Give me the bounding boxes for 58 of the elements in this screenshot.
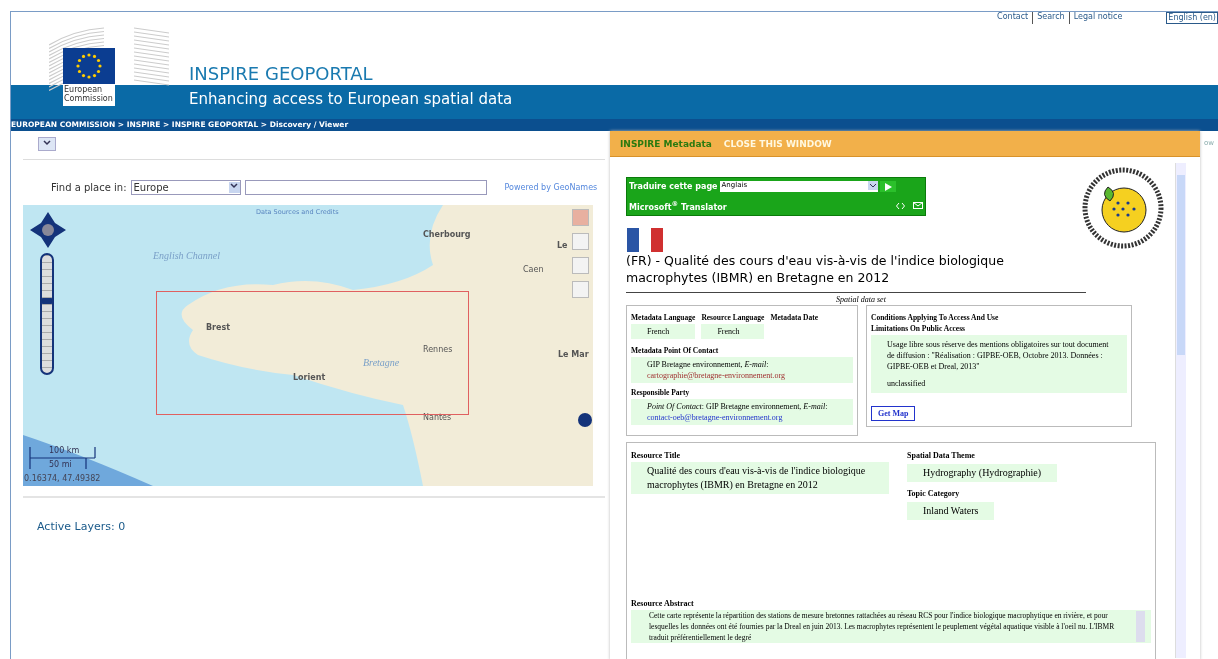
map-tool-icon[interactable] — [572, 281, 589, 298]
active-layers-label: Active Layers: 0 — [37, 520, 127, 533]
header-link[interactable]: Legal notice — [1068, 12, 1127, 24]
map-place-label: English Channel — [153, 250, 220, 261]
field-value: French — [701, 323, 765, 339]
region-dropdown[interactable]: Europe — [130, 180, 241, 195]
map-place-label: Caen — [523, 265, 544, 274]
site-tagline: Enhancing access to European spatial data — [189, 90, 513, 108]
map-tool-icon[interactable] — [572, 233, 589, 250]
caret-icon[interactable] — [43, 140, 51, 146]
field-value: Hydrography (Hydrographie) — [907, 463, 1058, 482]
map-place-label: Le Mar — [558, 350, 589, 359]
map-place-label: Cherbourg — [423, 230, 471, 239]
zoom-slider[interactable] — [40, 253, 54, 375]
geonames-link[interactable]: Powered by GeoNames — [504, 183, 598, 192]
code-icon[interactable] — [896, 201, 905, 210]
field-label: Resource Title — [631, 450, 682, 460]
classification-text: unclassified — [887, 377, 927, 389]
field-label: Spatial Data Theme — [907, 450, 976, 460]
map-place-label: Le — [557, 241, 568, 250]
contact-value: GIP Bretagne environnement, E-mail: cartographie@bretagne-environnement.org — [631, 356, 853, 383]
translator-brand: Microsoft$^{®}$ Translator — [629, 200, 727, 212]
field-label: Topic Category — [907, 488, 961, 498]
header-link[interactable]: Search — [1032, 12, 1069, 24]
field-value: Inland Waters — [907, 501, 995, 520]
contact-value: Point Of Contact: GIP Bretagne environnement, E-mail: contact-oeb@bretagne-environnement.org — [631, 398, 853, 425]
map-place-label: Brest — [206, 323, 231, 332]
scrollbar[interactable] — [1175, 163, 1186, 658]
scale-bar: 100 km 50 mi — [29, 445, 97, 473]
email-link[interactable]: cartographie@bretagne-environnement.org — [647, 369, 837, 381]
map-place-label: Bretagne — [363, 357, 400, 368]
record-title: (FR) - Qualité des cours d'eau vis-à-vis de l'indice biologique macrophytes (IBMR) en Bretagne en 2012 — [626, 251, 1005, 286]
translator-label: Traduire cette page — [629, 182, 718, 191]
abstract-scrollbar[interactable] — [1136, 610, 1145, 642]
map-place-label: Rennes — [423, 345, 453, 354]
site-title: INSPIRE GEOPORTAL — [189, 63, 373, 84]
view-menu-dropdown[interactable] — [38, 137, 56, 151]
caret-icon[interactable] — [867, 181, 878, 190]
field-label: Resource Abstract — [631, 598, 695, 608]
map-coordinates: 0.16374, 47.49382 — [24, 474, 101, 483]
resource-type: Spatial data set — [835, 294, 887, 304]
mail-icon[interactable] — [913, 201, 923, 209]
header-link[interactable]: Contact — [993, 12, 1033, 24]
field-value: French — [631, 323, 696, 339]
language-selector[interactable]: English (en) — [1166, 12, 1218, 24]
limitations-text: Usage libre sous réserve des mentions obligatoires sur tout document de diffusion : "Réalisation : GIPBE-OEB, Octobre 2013. Données : GIPBE-OEB et Dreal, 2013" — [887, 338, 1110, 372]
get-map-button[interactable]: Get Map — [871, 405, 916, 421]
place-search-field[interactable] — [244, 180, 487, 195]
map-tool-icon[interactable] — [572, 257, 589, 274]
france-flag-icon — [626, 227, 664, 252]
email-link[interactable]: contact-oeb@bretagne-environnement.org — [647, 411, 837, 423]
map-place-label: Lorient — [293, 373, 326, 382]
caret-icon[interactable] — [230, 183, 239, 189]
field-value: Qualité des cours d'eau vis-à-vis de l'indice biologique macrophytes (IBMR) en Bretagne en 2012 — [631, 461, 889, 494]
zoom-slider-thumb[interactable] — [40, 298, 54, 304]
commission-logo: European Commission — [63, 48, 115, 106]
find-place-label: Find a place in: — [51, 182, 127, 193]
window-title: INSPIRE Metadata — [620, 138, 712, 149]
